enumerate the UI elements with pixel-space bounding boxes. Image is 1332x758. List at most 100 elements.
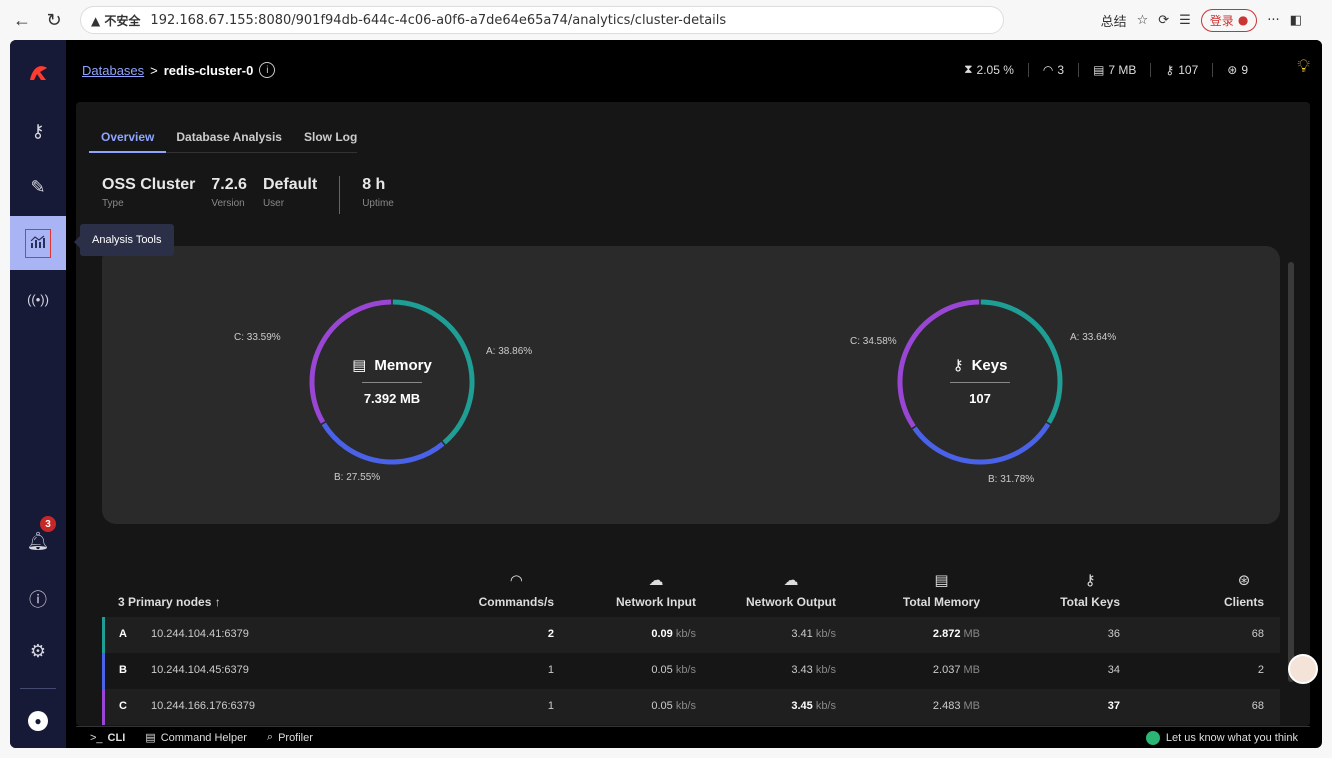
breadcrumb-databases-link[interactable]: Databases xyxy=(82,63,144,78)
sidebar-item-notifications[interactable]: 🔔︎ 3 xyxy=(10,514,66,568)
node-net-out-value: 3.43 xyxy=(791,664,813,676)
tab-database-analysis[interactable]: Database Analysis xyxy=(176,130,282,144)
sidebar-item-github[interactable]: ● xyxy=(10,694,66,748)
assistant-avatar[interactable] xyxy=(1288,654,1318,684)
node-net-in: 0.09 kb/s xyxy=(651,628,696,640)
node-commands: 1 xyxy=(547,664,554,676)
col-total-memory[interactable]: ▤ Total Memory xyxy=(903,571,980,609)
col-clients[interactable]: ⊛ Clients xyxy=(1224,571,1264,609)
node-keys: 37 xyxy=(1107,700,1120,712)
table-row[interactable]: A 10.244.104.41:6379 2 0.09 kb/s 3.41 kb… xyxy=(102,617,1280,653)
node-net-out: 3.43 kb/s xyxy=(791,664,836,676)
cli-label: CLI xyxy=(107,731,126,744)
memory-icon: ▤ xyxy=(1093,62,1105,77)
scrollbar-thumb[interactable] xyxy=(1288,262,1294,682)
memory-center: ▤ Memory 7.392 MB xyxy=(324,356,460,407)
db-version-value: 7.2.6 xyxy=(211,176,247,193)
profiler-button[interactable]: ⌕ Profiler xyxy=(267,731,313,744)
table-row[interactable]: B 10.244.104.45:6379 1 0.05 kb/s 3.43 kb… xyxy=(102,653,1280,689)
tab-overview[interactable]: Overview xyxy=(88,130,167,153)
col-network-input[interactable]: ☁ Network Input xyxy=(616,571,696,609)
collections-icon[interactable]: ☰ xyxy=(1179,13,1191,28)
stat-clients-value: 9 xyxy=(1241,62,1248,77)
user-icon: ⊛ xyxy=(1227,62,1238,77)
analysis-tools-tooltip: Analysis Tools xyxy=(74,224,174,256)
url-text: 192.168.67.155:8080/901f94db-644c-4c06-a… xyxy=(150,12,727,28)
cpu-icon: ⧗ xyxy=(964,62,973,76)
node-net-in-value: 0.09 xyxy=(651,628,673,640)
node-net-out-value: 3.45 xyxy=(791,700,813,712)
sidebar-item-help[interactable]: ⓘ xyxy=(10,572,66,626)
summary-button[interactable]: 总结 xyxy=(1101,11,1127,30)
col-total-keys[interactable]: ⚷ Total Keys xyxy=(1060,571,1120,609)
more-menu-button[interactable]: ··· xyxy=(1267,13,1279,28)
info-icon[interactable]: i xyxy=(259,62,276,78)
favorite-icon[interactable]: ☆ xyxy=(1137,13,1149,28)
sort-arrow-icon: ↑ xyxy=(214,595,221,609)
command-helper-button[interactable]: ▤ Command Helper xyxy=(145,731,247,745)
memory-title: Memory xyxy=(374,356,432,374)
refresh-icon[interactable]: ↻ xyxy=(40,6,68,34)
node-memory: 2.483 MB xyxy=(933,700,980,712)
cli-button[interactable]: >_ CLI xyxy=(90,732,125,744)
sidebar-toggle-icon[interactable]: ◧ xyxy=(1290,13,1302,28)
charts-panel: ▤ Memory 7.392 MB A: 38.86% B: 27.55% C: … xyxy=(102,246,1280,524)
address-bar[interactable]: ▲ 不安全 192.168.67.155:8080/901f94db-644c-… xyxy=(80,6,1004,34)
node-net-in-value: 0.05 xyxy=(651,700,673,712)
sidebar-item-settings[interactable]: ⚙ xyxy=(10,624,66,678)
node-net-in-unit: kb/s xyxy=(675,664,696,676)
feedback-label: Let us know what you think xyxy=(1165,731,1298,744)
stat-clients: ⊛ 9 xyxy=(1212,62,1262,77)
key-icon: ⚷ xyxy=(1084,572,1096,589)
keys-label-c: C: 34.58% xyxy=(850,336,897,347)
keys-label-a: A: 33.64% xyxy=(1070,332,1117,343)
scrollbar[interactable] xyxy=(1288,246,1294,712)
tab-slow-log[interactable]: Slow Log xyxy=(304,130,357,144)
donut-segment-b[interactable] xyxy=(912,422,1051,465)
sidebar-item-pubsub[interactable]: ((•)) xyxy=(10,272,66,326)
node-net-out: 3.45 kb/s xyxy=(791,700,836,712)
node-clients: 68 xyxy=(1251,628,1264,640)
sidebar-item-analysis-tools[interactable] xyxy=(10,216,66,270)
feedback-link[interactable]: Let us know what you think xyxy=(1145,730,1298,745)
sidebar: ⚷ ✎ ((•)) 🔔︎ 3 ⓘ ⚙ ● xyxy=(10,40,66,748)
node-net-out: 3.41 kb/s xyxy=(791,628,836,640)
notification-badge: 3 xyxy=(40,516,56,532)
db-uptime-value: 8 h xyxy=(362,176,386,193)
node-net-out-unit: kb/s xyxy=(815,664,836,676)
table-row[interactable]: C 10.244.166.176:6379 1 0.05 kb/s 3.45 k… xyxy=(102,689,1280,725)
sidebar-item-browser[interactable]: ⚷ xyxy=(10,104,66,158)
terminal-icon: >_ xyxy=(90,731,103,744)
node-memory: 2.872 MB xyxy=(933,628,980,640)
primary-nodes-header[interactable]: 3 Primary nodes ↑ xyxy=(118,595,221,609)
login-button[interactable]: 登录 ● xyxy=(1200,8,1258,32)
col-total-keys-label: Total Keys xyxy=(1060,595,1120,609)
extensions-icon[interactable]: ⟳ xyxy=(1158,13,1169,28)
keys-total: 107 xyxy=(969,391,991,406)
key-icon: ⚷ xyxy=(1165,62,1175,77)
bottom-bar: >_ CLI ▤ Command Helper ⌕ Profiler Let us k… xyxy=(76,726,1310,748)
sidebar-item-workbench[interactable]: ✎ xyxy=(10,160,66,214)
node-clients: 2 xyxy=(1257,664,1264,676)
gauge-icon: ◠ xyxy=(509,572,523,589)
lightbulb-icon[interactable]: 💡︎ xyxy=(1297,56,1310,77)
memory-icon: ▤ xyxy=(352,357,367,374)
node-net-in-value: 0.05 xyxy=(651,664,673,676)
col-network-output[interactable]: ☁ Network Output xyxy=(746,571,836,609)
redis-logo[interactable] xyxy=(10,46,66,100)
col-commands[interactable]: ◠ Commands/s xyxy=(479,571,554,609)
sidebar-divider xyxy=(20,688,56,689)
db-uptime: 8 h Uptime xyxy=(362,176,394,214)
back-icon[interactable]: ← xyxy=(8,6,36,34)
edit-icon: ✎ xyxy=(30,176,46,197)
node-net-in: 0.05 kb/s xyxy=(651,664,696,676)
donut-segment-b[interactable] xyxy=(321,422,445,465)
stat-keys-value: 107 xyxy=(1178,62,1199,77)
table-body: A 10.244.104.41:6379 2 0.09 kb/s 3.41 kb… xyxy=(102,617,1280,725)
stat-cpu: ⧗ 2.05 % xyxy=(950,62,1028,77)
node-net-out-unit: kb/s xyxy=(815,628,836,640)
keys-title: Keys xyxy=(971,356,1008,374)
db-type: OSS Cluster Type xyxy=(102,176,195,214)
stat-commands: ◠ 3 xyxy=(1027,62,1078,77)
col-commands-label: Commands/s xyxy=(478,595,554,609)
